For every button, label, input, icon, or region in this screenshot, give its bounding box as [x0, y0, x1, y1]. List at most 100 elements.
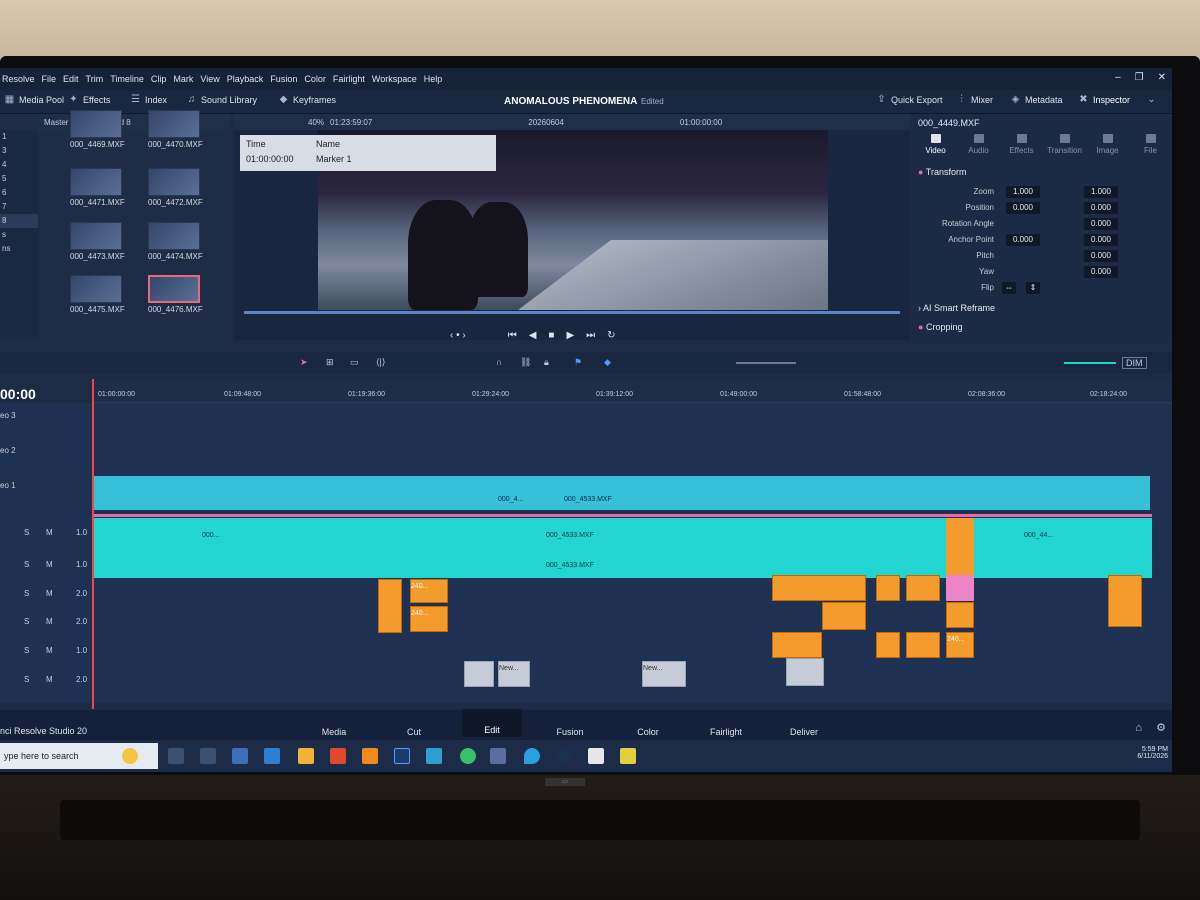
- viewer-scrub-bar[interactable]: [244, 311, 900, 314]
- gear-icon[interactable]: ⚙: [1156, 721, 1166, 734]
- steam-icon[interactable]: [556, 748, 572, 764]
- audio-orange-clip[interactable]: [772, 632, 822, 658]
- audio-gray-clip[interactable]: New...: [498, 661, 530, 687]
- maximize-icon[interactable]: ❐: [1135, 72, 1144, 83]
- pitch-field[interactable]: 0.000: [1084, 250, 1118, 262]
- effects-button[interactable]: ✦ Effects: [68, 95, 110, 106]
- bin-item[interactable]: 6: [0, 186, 38, 200]
- menu-fairlight[interactable]: Fairlight: [333, 74, 365, 84]
- media-clip-selected[interactable]: 000_4476.MXF: [148, 275, 203, 317]
- tab-transition[interactable]: Transition: [1043, 132, 1086, 160]
- menu-playback[interactable]: Playback: [227, 74, 264, 84]
- timeline-ruler[interactable]: 01:00:00:00 01:09:48:00 01:19:36:00 01:2…: [92, 381, 1172, 403]
- enable-dot-icon[interactable]: ●: [918, 322, 923, 332]
- audio-orange-clip[interactable]: [876, 632, 900, 658]
- audio-orange-clip[interactable]: [946, 602, 974, 628]
- loop-icon[interactable]: ↻: [607, 330, 615, 341]
- tab-effects[interactable]: Effects: [1000, 132, 1043, 160]
- bin-item[interactable]: 5: [0, 172, 38, 186]
- menu-fusion[interactable]: Fusion: [270, 74, 297, 84]
- bin-item[interactable]: s: [0, 228, 38, 242]
- task-view-icon[interactable]: [168, 748, 184, 764]
- viewer-zoom[interactable]: 40%: [308, 118, 324, 127]
- inspector-button[interactable]: ✖ Inspector: [1078, 95, 1130, 106]
- audio-orange-clip[interactable]: [1108, 575, 1142, 627]
- minimize-icon[interactable]: –: [1115, 72, 1121, 83]
- bin-item[interactable]: 4: [0, 158, 38, 172]
- page-color[interactable]: Color: [618, 727, 678, 737]
- page-cut[interactable]: Cut: [384, 727, 444, 737]
- yaw-field[interactable]: 0.000: [1084, 266, 1118, 278]
- close-icon[interactable]: ✕: [1158, 72, 1166, 83]
- menu-workspace[interactable]: Workspace: [372, 74, 417, 84]
- copilot-icon[interactable]: [122, 748, 138, 764]
- page-fusion[interactable]: Fusion: [540, 727, 600, 737]
- position-x-field[interactable]: 0.000: [1006, 202, 1040, 214]
- audio-orange-clip[interactable]: [906, 632, 940, 658]
- bin-item[interactable]: 1: [0, 130, 38, 144]
- media-clip[interactable]: 000_4472.MXF: [148, 168, 203, 210]
- zoom-y-field[interactable]: 1.000: [1084, 186, 1118, 198]
- transform-section[interactable]: ● Transform: [918, 167, 966, 177]
- linked-selection-icon[interactable]: ⛓: [520, 357, 531, 368]
- enable-dot-icon[interactable]: ●: [918, 167, 923, 177]
- menu-edit[interactable]: Edit: [63, 74, 79, 84]
- timeline-name-dropdown[interactable]: 20260604: [528, 118, 564, 127]
- audio-orange-clip[interactable]: [822, 602, 866, 630]
- tab-audio[interactable]: Audio: [957, 132, 1000, 160]
- anchor-x-field[interactable]: 0.000: [1006, 234, 1040, 246]
- go-to-end-icon[interactable]: ⏭: [586, 330, 595, 341]
- trim-tool-icon[interactable]: ⊞: [326, 357, 334, 368]
- play-icon[interactable]: ▶: [566, 330, 574, 341]
- dim-button[interactable]: DIM: [1122, 357, 1147, 369]
- audio-orange-clip[interactable]: [946, 518, 974, 578]
- page-fairlight[interactable]: Fairlight: [696, 727, 756, 737]
- anchor-y-field[interactable]: 0.000: [1084, 234, 1118, 246]
- minecraft-icon[interactable]: [588, 748, 604, 764]
- flip-vertical-icon[interactable]: ⇕: [1026, 282, 1040, 294]
- quick-export-button[interactable]: ⇪ Quick Export: [876, 95, 942, 106]
- audio-orange-clip[interactable]: 240...: [410, 606, 448, 632]
- photoshop-icon[interactable]: [394, 748, 410, 764]
- position-y-field[interactable]: 0.000: [1084, 202, 1118, 214]
- sound-library-button[interactable]: ♫ Sound Library: [186, 95, 257, 106]
- page-edit[interactable]: Edit: [462, 709, 522, 737]
- media-clip[interactable]: 000_4475.MXF: [70, 275, 125, 317]
- media-pool-button[interactable]: ▦ Media Pool: [4, 95, 64, 106]
- audio-orange-clip[interactable]: 240...: [410, 579, 448, 603]
- menu-file[interactable]: File: [42, 74, 57, 84]
- flag-icon[interactable]: ⚑: [574, 357, 582, 368]
- tab-image[interactable]: Image: [1086, 132, 1129, 160]
- index-button[interactable]: ☰ Index: [130, 95, 167, 106]
- bin-item[interactable]: 3: [0, 144, 38, 158]
- zoom-x-field[interactable]: 1.000: [1006, 186, 1040, 198]
- dynamic-trim-icon[interactable]: ▭: [350, 357, 359, 368]
- go-to-start-icon[interactable]: ⏮: [508, 330, 517, 341]
- menu-view[interactable]: View: [200, 74, 219, 84]
- bin-item-selected[interactable]: 8: [0, 214, 38, 228]
- selection-tool-icon[interactable]: ➤: [300, 357, 308, 368]
- reverse-play-icon[interactable]: ◀: [529, 330, 537, 341]
- keyframes-button[interactable]: ◆ Keyframes: [278, 95, 336, 106]
- system-tray[interactable]: 5:59 PM 6/11/2026: [1137, 746, 1168, 760]
- metadata-button[interactable]: ◈ Metadata: [1010, 95, 1063, 106]
- media-clip[interactable]: 000_4471.MXF: [70, 168, 125, 210]
- menu-color[interactable]: Color: [304, 74, 326, 84]
- menu-mark[interactable]: Mark: [173, 74, 193, 84]
- smart-reframe-section[interactable]: › AI Smart Reframe: [918, 303, 995, 313]
- menu-timeline[interactable]: Timeline: [110, 74, 144, 84]
- outlook-icon[interactable]: [426, 748, 442, 764]
- rotation-field[interactable]: 0.000: [1084, 218, 1118, 230]
- media-clip[interactable]: 000_4473.MXF: [70, 222, 125, 264]
- tab-file[interactable]: File: [1129, 132, 1172, 160]
- blade-tool-icon[interactable]: ⟨|⟩: [376, 357, 385, 368]
- menu-clip[interactable]: Clip: [151, 74, 167, 84]
- video-track-1-clips[interactable]: 000_4533.MXF 000_4...: [94, 476, 1150, 510]
- media-clip[interactable]: 000_4469.MXF: [70, 110, 125, 152]
- page-deliver[interactable]: Deliver: [774, 727, 834, 737]
- audio-gray-clip[interactable]: [464, 661, 494, 687]
- marker-icon[interactable]: ◆: [604, 357, 611, 368]
- jog-icon[interactable]: ‹ • ›: [450, 330, 466, 341]
- home-icon[interactable]: ⌂: [1135, 722, 1142, 734]
- page-media[interactable]: Media: [304, 727, 364, 737]
